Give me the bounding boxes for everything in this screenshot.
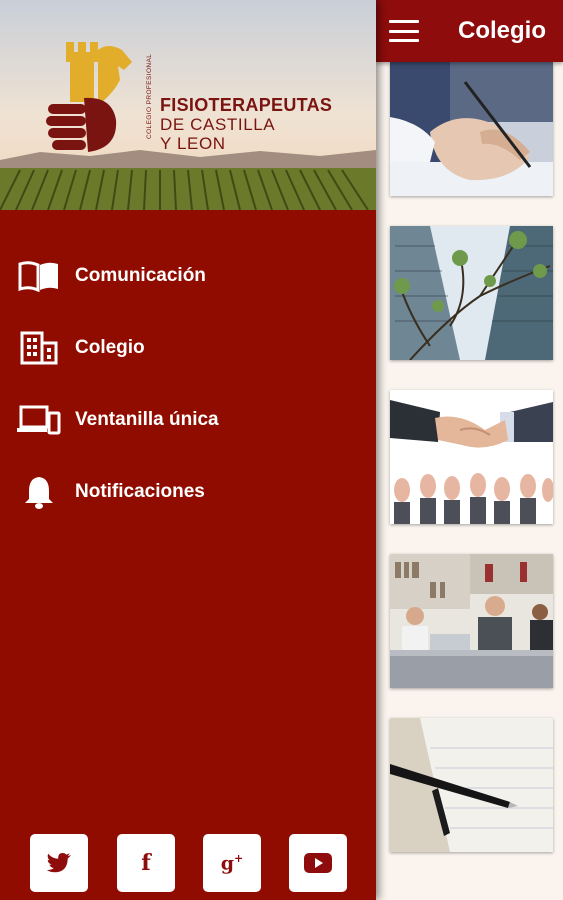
facebook-icon: f: [141, 850, 151, 876]
news-card-meeting[interactable]: [390, 554, 553, 688]
hamburger-icon[interactable]: [389, 20, 419, 42]
book-icon: [17, 258, 61, 294]
news-card-buildings[interactable]: [390, 226, 553, 360]
social-links: f g+: [0, 834, 376, 892]
youtube-icon: [304, 853, 332, 873]
menu-item-label: Comunicación: [75, 265, 206, 286]
google-plus-button[interactable]: g+: [203, 834, 261, 892]
pen-document-image: [390, 718, 553, 852]
writing-hand-image: [390, 62, 553, 196]
menu-item-ventanilla[interactable]: Ventanilla única: [0, 384, 376, 456]
building-icon: [17, 330, 61, 366]
college-logo-icon: [46, 42, 132, 152]
logo-line-1: FISIOTERAPEUTAS: [160, 95, 333, 115]
logo-vertical-text: COLEGIO PROFESIONAL: [146, 53, 153, 139]
handshake-image: [390, 390, 553, 524]
menu-item-colegio[interactable]: Colegio: [0, 312, 376, 384]
devices-icon: [17, 402, 61, 438]
news-card-handshake[interactable]: [390, 390, 553, 524]
content-list[interactable]: [376, 62, 563, 900]
youtube-button[interactable]: [289, 834, 347, 892]
logo-line-2: DE CASTILLA: [160, 115, 276, 134]
news-card-document[interactable]: [390, 718, 553, 852]
navigation-drawer: COLEGIO PROFESIONAL FISIOTERAPEUTAS DE C…: [0, 0, 376, 900]
menu-item-comunicacion[interactable]: Comunicación: [0, 240, 376, 312]
app-bar-title: Colegio: [458, 17, 546, 44]
app-bar: Colegio: [376, 0, 563, 62]
menu-item-label: Notificaciones: [75, 481, 205, 502]
google-plus-icon: g+: [220, 851, 244, 875]
facebook-button[interactable]: f: [117, 834, 175, 892]
logo-text: FISIOTERAPEUTAS DE CASTILLA Y LEON: [160, 96, 332, 152]
menu-item-label: Colegio: [75, 337, 145, 358]
twitter-icon: [46, 853, 71, 873]
bell-icon: [17, 474, 61, 510]
twitter-button[interactable]: [30, 834, 88, 892]
buildings-tree-image: [390, 226, 553, 360]
office-meeting-image: [390, 554, 553, 688]
menu-item-label: Ventanilla única: [75, 409, 219, 430]
news-card-writing[interactable]: [390, 62, 553, 196]
menu-item-notificaciones[interactable]: Notificaciones: [0, 456, 376, 528]
drawer-header: COLEGIO PROFESIONAL FISIOTERAPEUTAS DE C…: [0, 0, 376, 210]
logo-line-3: Y LEON: [160, 134, 226, 153]
drawer-menu: Comunicación Colegio Ventanilla única No…: [0, 240, 376, 528]
